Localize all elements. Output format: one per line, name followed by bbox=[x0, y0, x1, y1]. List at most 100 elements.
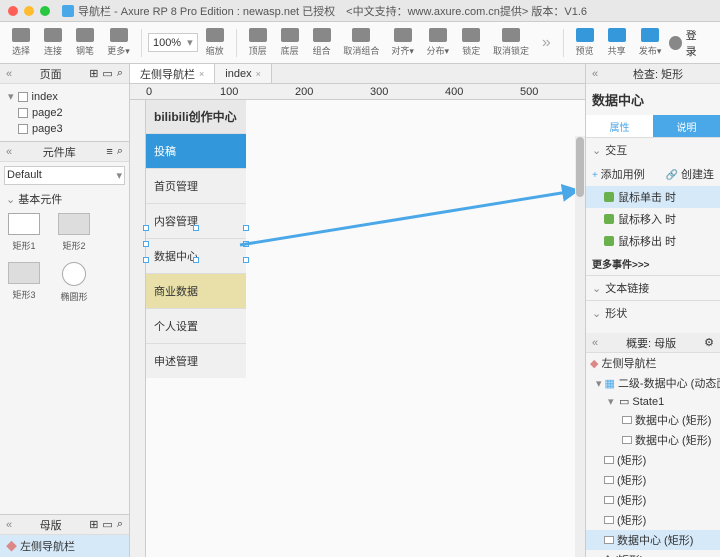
pages-header: «页面⊞▭⌕ bbox=[0, 64, 129, 84]
create-link[interactable]: 🔗 创建连 bbox=[666, 166, 714, 182]
library-category[interactable]: ⌄ 基本元件 bbox=[0, 189, 129, 209]
selection-handle[interactable] bbox=[243, 257, 249, 263]
group-button[interactable]: 组合 bbox=[307, 26, 337, 59]
more-tools[interactable]: 更多▾ bbox=[102, 26, 135, 59]
mockup-sidebar: bilibili创作中心 投稿 首页管理 内容管理 数据中心 商业数据 个人设置… bbox=[146, 100, 246, 378]
tab-master[interactable]: 左侧导航栏× bbox=[130, 64, 215, 83]
editor-tabs: 左侧导航栏× index× bbox=[130, 64, 585, 84]
shape-section[interactable]: ⌄形状 bbox=[586, 300, 720, 325]
outline-item[interactable]: 数据中心 (矩形) bbox=[586, 430, 720, 450]
mockup-item[interactable]: 商业数据 bbox=[146, 273, 246, 308]
ungroup-button[interactable]: 取消组合 bbox=[339, 26, 385, 59]
event-onclick[interactable]: 鼠标单击 时 bbox=[586, 186, 720, 208]
inspector-panel: «检查: 矩形 数据中心 属性 说明 ⌄交互 + 添加用例 🔗 创建连 鼠标单击… bbox=[585, 64, 720, 557]
search-icon[interactable]: ⌕ bbox=[117, 145, 123, 158]
back-button[interactable]: 底层 bbox=[275, 26, 305, 59]
textlink-section[interactable]: ⌄文本链接 bbox=[586, 275, 720, 300]
mockup-title[interactable]: bilibili创作中心 bbox=[146, 100, 246, 133]
canvas[interactable]: bilibili创作中心 投稿 首页管理 内容管理 数据中心 商业数据 个人设置… bbox=[130, 100, 585, 557]
shape-rect3[interactable]: 矩形3 bbox=[4, 262, 44, 303]
menu-icon[interactable]: ≡ bbox=[106, 146, 112, 158]
select-tool[interactable]: 选择 bbox=[6, 26, 36, 59]
title-text: 导航栏 - Axure RP 8 Pro Edition : newasp.ne… bbox=[78, 3, 587, 19]
inspector-title: 数据中心 bbox=[586, 84, 720, 115]
main-toolbar: 选择 连接 钢笔 更多▾ 100%▾ 缩放 顶层 底层 组合 取消组合 对齐▾ … bbox=[0, 22, 720, 64]
selection-handle[interactable] bbox=[243, 225, 249, 231]
overflow-icon[interactable]: » bbox=[536, 34, 557, 52]
master-panel: «母版⊞▭⌕ ◆ 左侧导航栏 bbox=[0, 514, 129, 557]
add-case-link[interactable]: + 添加用例 bbox=[592, 166, 645, 182]
page-item[interactable]: ▾index bbox=[6, 88, 123, 105]
outline-item[interactable]: (矩形) bbox=[586, 510, 720, 530]
tab-notes[interactable]: 说明 bbox=[653, 115, 720, 137]
event-mouseenter[interactable]: 鼠标移入 时 bbox=[586, 208, 720, 230]
mockup-item[interactable]: 投稿 bbox=[146, 133, 246, 168]
mockup-item[interactable]: 申述管理 bbox=[146, 343, 246, 378]
page-item[interactable]: page3 bbox=[6, 121, 123, 137]
more-events-link[interactable]: 更多事件>>> bbox=[586, 252, 720, 275]
selection-handle[interactable] bbox=[243, 241, 249, 247]
vertical-ruler bbox=[130, 100, 146, 557]
outline-item[interactable]: A(矩形) bbox=[586, 550, 720, 557]
zoom-tool[interactable]: 缩放 bbox=[200, 26, 230, 59]
add-folder-icon[interactable]: ▭ bbox=[102, 67, 112, 80]
lock-button[interactable]: 锁定 bbox=[456, 26, 486, 59]
inspector-tabs: 属性 说明 bbox=[586, 115, 720, 137]
mockup-item[interactable]: 个人设置 bbox=[146, 308, 246, 343]
pen-tool[interactable]: 钢笔 bbox=[70, 26, 100, 59]
selection-handle[interactable] bbox=[193, 225, 199, 231]
shape-rect1[interactable]: 矩形1 bbox=[4, 213, 44, 252]
document-icon bbox=[62, 5, 74, 17]
align-button[interactable]: 对齐▾ bbox=[386, 26, 419, 59]
mockup-item[interactable]: 首页管理 bbox=[146, 168, 246, 203]
shape-ellipse[interactable]: 椭圆形 bbox=[54, 262, 94, 303]
outline-item[interactable]: 数据中心 (矩形) bbox=[586, 410, 720, 430]
selection-handle[interactable] bbox=[143, 257, 149, 263]
search-icon[interactable]: ⌕ bbox=[117, 67, 123, 80]
close-icon[interactable] bbox=[8, 6, 18, 16]
outline-tree: ◆左侧导航栏 ▾▦二级-数据中心 (动态面 ▾▭State1 数据中心 (矩形)… bbox=[586, 353, 720, 557]
outline-item[interactable]: ▾▦二级-数据中心 (动态面 bbox=[586, 373, 720, 393]
outline-item[interactable]: (矩形) bbox=[586, 490, 720, 510]
preview-button[interactable]: 预览 bbox=[570, 26, 600, 59]
outline-item[interactable]: ▾▭State1 bbox=[586, 393, 720, 410]
outline-item[interactable]: ◆左侧导航栏 bbox=[586, 353, 720, 373]
outline-item[interactable]: (矩形) bbox=[586, 470, 720, 490]
tab-index[interactable]: index× bbox=[215, 64, 272, 83]
outline-item[interactable]: (矩形) bbox=[586, 450, 720, 470]
selection-handle[interactable] bbox=[143, 241, 149, 247]
outline-item-selected[interactable]: 数据中心 (矩形) bbox=[586, 530, 720, 550]
shape-rect2[interactable]: 矩形2 bbox=[54, 213, 94, 252]
login-button[interactable]: 登录 bbox=[669, 27, 714, 59]
titlebar: 导航栏 - Axure RP 8 Pro Edition : newasp.ne… bbox=[0, 0, 720, 22]
share-button[interactable]: 共享 bbox=[602, 26, 632, 59]
publish-button[interactable]: 发布▾ bbox=[634, 26, 667, 59]
zoom-input[interactable]: 100%▾ bbox=[148, 33, 198, 52]
selection-handle[interactable] bbox=[193, 257, 199, 263]
mockup-item[interactable]: 内容管理 bbox=[146, 203, 246, 238]
library-select[interactable]: Default▾ bbox=[4, 166, 125, 185]
pages-tree: ▾index page2 page3 bbox=[0, 84, 129, 141]
avatar-icon bbox=[669, 36, 682, 50]
page-item[interactable]: page2 bbox=[6, 105, 123, 121]
annotation-arrow bbox=[220, 180, 585, 260]
connect-tool[interactable]: 连接 bbox=[38, 26, 68, 59]
selection-handle[interactable] bbox=[143, 225, 149, 231]
window-controls[interactable] bbox=[8, 6, 50, 16]
unlock-button[interactable]: 取消锁定 bbox=[488, 26, 534, 59]
master-item[interactable]: ◆ 左侧导航栏 bbox=[0, 535, 129, 557]
minimize-icon[interactable] bbox=[24, 6, 34, 16]
event-mouseleave[interactable]: 鼠标移出 时 bbox=[586, 230, 720, 252]
add-master-icon[interactable]: ⊞ bbox=[89, 518, 98, 531]
add-page-icon[interactable]: ⊞ bbox=[89, 67, 98, 80]
distribute-button[interactable]: 分布▾ bbox=[421, 26, 454, 59]
maximize-icon[interactable] bbox=[40, 6, 50, 16]
close-icon[interactable]: × bbox=[199, 69, 204, 79]
vertical-scrollbar[interactable] bbox=[575, 136, 585, 557]
library-panel: «元件库≡⌕ Default▾ ⌄ 基本元件 矩形1 矩形2 矩形3 椭圆形 bbox=[0, 141, 129, 514]
tab-properties[interactable]: 属性 bbox=[586, 115, 653, 137]
mockup-item-selected[interactable]: 数据中心 bbox=[146, 238, 246, 273]
interaction-section[interactable]: ⌄交互 bbox=[586, 137, 720, 162]
close-icon[interactable]: × bbox=[256, 69, 261, 79]
front-button[interactable]: 顶层 bbox=[243, 26, 273, 59]
